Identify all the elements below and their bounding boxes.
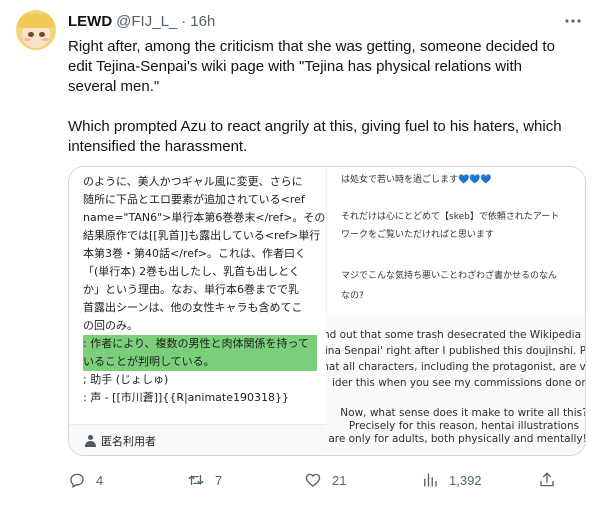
tweet-actions: 4 7 21 1,392 [68,466,588,494]
retweet-count: 7 [215,472,223,488]
wiki-user-label: 匿名利用者 [101,435,156,448]
statement-line: は処女で若い時を過ごします💙💙💙 [341,172,492,185]
wiki-line: 本第3巻・第40話</ref>。これは、作者曰く [83,247,307,260]
translation-line: hat all characters, including the protag… [326,361,586,373]
retweet-icon [188,474,204,486]
more-options-button[interactable] [563,12,583,30]
header-separator: · [181,12,187,30]
tweet-text-line: intensified the harassment. [68,138,248,155]
tweet-media[interactable]: のように、美人かつギャル風に変更、さらに 随所に下品とエロ要素が追加されている<… [68,166,586,456]
wiki-line: 結果原作では[[乳首]]も露出している<ref>単行 [83,229,321,242]
translation-line: jina Senpai' right after I published thi… [326,345,586,357]
user-icon [85,435,96,447]
wiki-line: ; 助手 (じょしゅ) [83,373,169,386]
tweet-text-line: edit Tejina-Senpai's wiki page with "Tej… [68,58,522,75]
tweet-header: LEWD @FIJ_L_ · 16h [68,11,215,31]
retweet-button[interactable]: 7 [187,466,222,494]
author-display-name[interactable]: LEWD [68,13,112,30]
statement-text: は処女で若い時を過ごします [341,175,459,185]
wiki-line: か」という理由。なお、単行本6巻までで乳 [83,283,299,296]
reply-count: 4 [96,472,104,488]
translation-line: Now, what sense does it make to write al… [340,407,586,419]
share-button[interactable] [538,466,566,494]
wiki-edit-screenshot[interactable]: のように、美人かつギャル風に変更、さらに 随所に下品とエロ要素が追加されている<… [69,167,326,455]
blue-hearts-emoji: 💙💙💙 [458,175,492,185]
statement-line: マジでこんな気持ち悪いことわざわざ書かせるのなん [341,271,558,281]
ellipsis-icon [565,19,581,23]
tweet-text-line: Which prompted Azu to react angrily at t… [68,118,562,135]
like-count: 21 [332,472,347,488]
wiki-line: name="TAN6">単行本第6巻巻末</ref>。その [83,211,326,224]
views-button[interactable]: 1,392 [421,466,482,494]
heart-icon [305,473,321,487]
tweet-text: Right after, among the criticism that sh… [68,37,588,157]
statement-line: なの? [341,291,364,301]
views-count: 1,392 [449,472,482,488]
wiki-editor-footer: 匿名利用者 [69,424,326,455]
statement-line: それだけは心にとどめて【skeb】で依頼されたアート [341,212,560,222]
reply-button[interactable]: 4 [68,466,103,494]
wiki-line-highlighted: いることが判明している。 [83,355,215,368]
wiki-line: 随所に下品とエロ要素が追加されている<ref [83,193,305,206]
wiki-line-highlighted: : 作者により、複数の男性と肉体関係を持って [83,337,309,350]
share-icon [540,472,554,487]
translation-line: are only for adults, both physically and… [328,433,586,445]
tweet-text-line: Right after, among the criticism that sh… [68,38,555,55]
tweet[interactable]: LEWD @FIJ_L_ · 16h Right after, among th… [0,0,604,505]
author-handle[interactable]: @FIJ_L_ [116,13,177,30]
reply-icon [70,473,84,488]
like-button[interactable]: 21 [304,466,346,494]
views-icon [424,473,437,487]
tweet-text-line: several men." [68,78,160,95]
author-avatar[interactable] [16,10,56,50]
wiki-line: のように、美人かつギャル風に変更、さらに [83,175,303,188]
japanese-statement-screenshot[interactable]: は処女で若い時を過ごします💙💙💙 それだけは心にとどめて【skeb】で依頼された… [326,167,585,315]
tweet-timestamp[interactable]: 16h [190,13,215,30]
translation-line: nd out that some trash desecrated the Wi… [326,329,582,341]
wiki-line: : 声 - [[市川蒼]]{{R|animate190318}} [83,391,289,404]
wiki-line: の回のみ。 [83,319,138,332]
english-translation-screenshot[interactable]: nd out that some trash desecrated the Wi… [326,315,586,455]
wiki-source-text: のように、美人かつギャル風に変更、さらに 随所に下品とエロ要素が追加されている<… [83,173,326,407]
wiki-line: 首露出シーンは、他の女性キャラも含めてこ [83,301,303,314]
statement-line: ワークをご覧いただければと思います [341,230,495,240]
wiki-line: 「(単行本) 2巻も出したし、乳首も出しとく [83,265,300,278]
translation-line: ider this when you see my commissions do… [332,377,586,389]
translation-line: Precisely for this reason, hentai illust… [348,420,580,432]
